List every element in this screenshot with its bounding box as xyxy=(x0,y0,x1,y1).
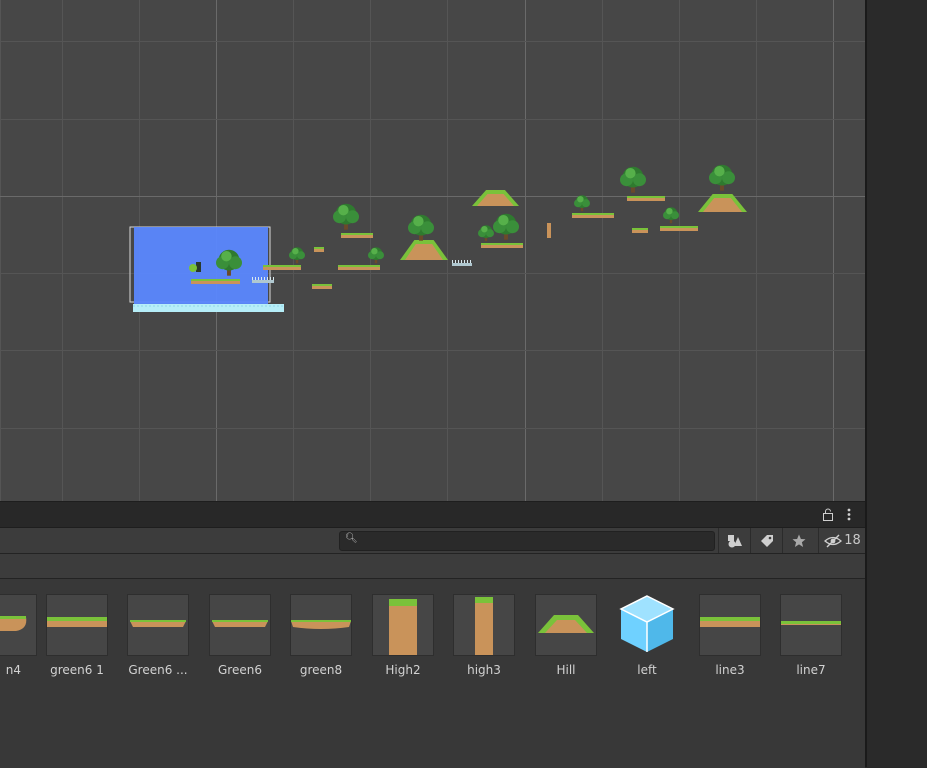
tree xyxy=(709,164,735,191)
asset-item[interactable]: Green6 ... xyxy=(120,594,196,677)
asset-thumbnail[interactable] xyxy=(535,594,597,656)
asset-label: green6 1 xyxy=(50,663,104,677)
asset-label: High2 xyxy=(385,663,421,677)
tree xyxy=(493,213,519,240)
tree xyxy=(408,214,434,241)
panel-header xyxy=(0,502,865,528)
asset-label: n4 xyxy=(5,663,21,677)
search-field[interactable]: 🔍︎ xyxy=(339,531,715,551)
hidden-packages-icon xyxy=(824,534,843,547)
asset-thumbnail[interactable] xyxy=(780,594,842,656)
filter-by-label-icon xyxy=(761,534,773,547)
platform xyxy=(660,226,698,231)
platform xyxy=(341,233,373,238)
hidden-packages-count: 18 xyxy=(844,533,861,548)
platform xyxy=(263,265,301,270)
lock-icon[interactable] xyxy=(820,506,836,522)
asset-label: left xyxy=(637,663,657,677)
filter-by-type-icon xyxy=(728,534,742,547)
asset-item[interactable]: line3 xyxy=(692,594,768,677)
asset-item[interactable]: left xyxy=(609,594,685,677)
asset-item[interactable]: Green6 xyxy=(202,594,278,677)
asset-item[interactable]: Hill xyxy=(528,594,604,677)
platform xyxy=(312,284,332,289)
asset-thumbnail[interactable] xyxy=(127,594,189,656)
tree xyxy=(620,166,646,193)
platform xyxy=(338,265,380,270)
fence xyxy=(452,260,472,266)
tree xyxy=(478,225,494,242)
asset-item[interactable]: high3 xyxy=(446,594,522,677)
filter-by-type-button[interactable] xyxy=(718,528,751,553)
asset-thumbnail[interactable] xyxy=(699,594,761,656)
pillar xyxy=(547,223,551,238)
hidden-packages-toggle[interactable]: 18 xyxy=(818,528,866,553)
hill-platform xyxy=(472,190,519,206)
platform xyxy=(481,243,523,248)
asset-thumbnail[interactable] xyxy=(0,594,37,656)
project-toolbar: 🔍︎ 18 xyxy=(0,528,865,554)
asset-label: high3 xyxy=(467,663,501,677)
tree xyxy=(663,207,679,224)
filter-by-label-button[interactable] xyxy=(750,528,783,553)
water-strip[interactable] xyxy=(133,304,284,312)
more-icon[interactable] xyxy=(841,506,857,522)
asset-item[interactable]: High2 xyxy=(365,594,441,677)
asset-item[interactable]: line7 xyxy=(773,594,849,677)
asset-thumbnail[interactable] xyxy=(290,594,352,656)
asset-label: Hill xyxy=(556,663,576,677)
asset-thumbnail[interactable] xyxy=(453,594,515,656)
platform xyxy=(632,228,648,233)
asset-thumbnail[interactable] xyxy=(372,594,434,656)
breadcrumb xyxy=(0,554,865,579)
asset-label: Green6 xyxy=(218,663,262,677)
scene-view[interactable] xyxy=(0,0,865,501)
scene-canvas[interactable] xyxy=(0,0,865,501)
hill-platform xyxy=(400,240,448,260)
asset-label: line3 xyxy=(715,663,745,677)
platform xyxy=(572,213,614,218)
asset-thumbnail[interactable] xyxy=(616,594,678,656)
platform xyxy=(191,279,240,284)
asset-item[interactable]: n4 xyxy=(0,594,44,677)
asset-thumbnail[interactable] xyxy=(209,594,271,656)
tree xyxy=(333,203,359,230)
favorite-star-icon xyxy=(792,534,806,547)
tree xyxy=(289,247,305,264)
search-icon: 🔍︎ xyxy=(345,533,358,544)
asset-label: green8 xyxy=(299,663,343,677)
search-input[interactable] xyxy=(360,532,700,550)
platform xyxy=(627,196,665,201)
favorites-button[interactable] xyxy=(782,528,815,553)
project-panel: 🔍︎ 18 n4 green6 1 Green6 ... Green6 gree… xyxy=(0,501,865,768)
asset-label: Green6 ... xyxy=(128,663,188,677)
asset-item[interactable]: green6 1 xyxy=(39,594,115,677)
tree xyxy=(574,195,590,212)
inspector-edge xyxy=(865,0,927,767)
asset-thumbnail[interactable] xyxy=(46,594,108,656)
level-platforms[interactable] xyxy=(191,190,747,289)
platform xyxy=(314,247,324,252)
asset-item[interactable]: green8 xyxy=(283,594,359,677)
asset-label: line7 xyxy=(796,663,826,677)
